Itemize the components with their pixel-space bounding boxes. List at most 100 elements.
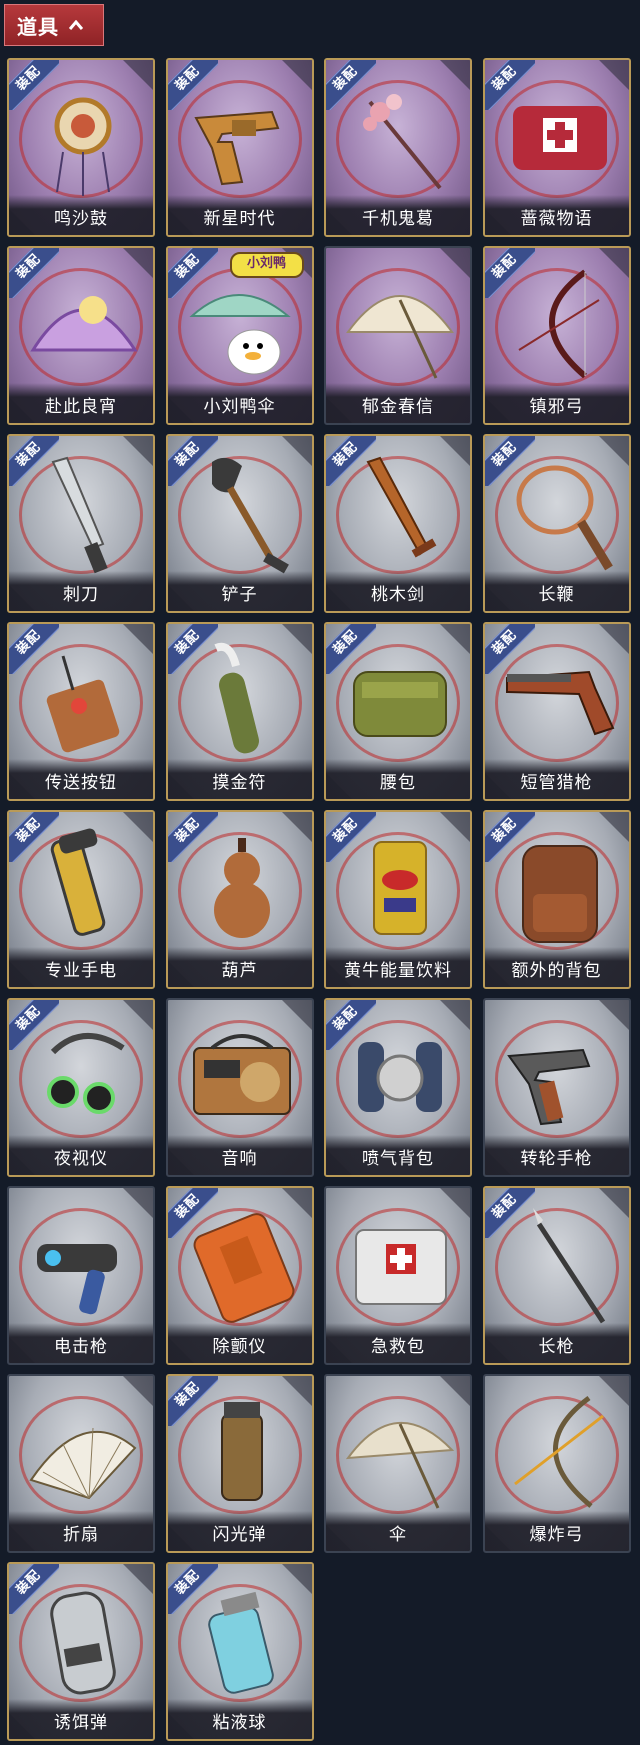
equip-badge-label: 装配 [167, 1188, 218, 1238]
item-card[interactable]: 音响 [165, 998, 314, 1177]
umbrella-icon [346, 295, 454, 379]
item-label: 腰包 [326, 759, 470, 799]
equip-badge: 装配 [9, 624, 59, 674]
item-card[interactable]: 传送按钮 装配 [7, 622, 155, 801]
item-label: 短管猎枪 [484, 759, 629, 799]
item-label: 转轮手枪 [484, 1135, 629, 1175]
equip-badge-label: 装配 [167, 248, 218, 298]
equip-badge-label: 装配 [326, 812, 376, 862]
item-card[interactable]: 蔷薇物语 装配 [482, 58, 631, 237]
radio-speaker-icon [192, 1034, 291, 1115]
item-label: 伞 [326, 1511, 470, 1551]
item-card[interactable]: 长鞭 装配 [482, 434, 631, 613]
item-card[interactable]: 闪光弹 装配 [165, 1374, 314, 1553]
item-label: 长枪 [484, 1323, 629, 1363]
item-label: 急救包 [326, 1323, 470, 1363]
equip-badge-label: 装配 [9, 60, 59, 110]
item-card[interactable]: 葫芦 装配 [165, 810, 314, 989]
item-card[interactable]: 转轮手枪 [482, 998, 631, 1177]
item-card[interactable]: 小刘鸭 小刘鸭伞 装配 [165, 246, 314, 425]
item-label: 夜视仪 [9, 1135, 153, 1175]
item-card[interactable]: 摸金符 装配 [165, 622, 314, 801]
equip-badge-label: 装配 [326, 60, 376, 110]
equip-badge-label: 装配 [326, 1000, 376, 1050]
equip-badge: 装配 [167, 1376, 218, 1426]
equip-badge-label: 装配 [9, 248, 59, 298]
equip-badge: 装配 [326, 436, 376, 486]
item-card[interactable]: 伞 [324, 1374, 472, 1553]
category-title: 道具 [17, 14, 59, 39]
item-card[interactable]: 诱饵弹 装配 [7, 1562, 155, 1741]
equip-badge: 装配 [326, 812, 376, 862]
item-card[interactable]: 鸣沙鼓 装配 [7, 58, 155, 237]
item-card[interactable]: 专业手电 装配 [7, 810, 155, 989]
equip-badge: 装配 [484, 436, 535, 486]
equip-badge: 装配 [167, 1188, 218, 1238]
equip-badge-label: 装配 [484, 436, 535, 486]
item-card[interactable]: 黄牛能量饮料 装配 [324, 810, 472, 989]
item-card[interactable]: 赴此良宵 装配 [7, 246, 155, 425]
item-card[interactable]: 郁金春信 [324, 246, 472, 425]
item-card[interactable]: 电击枪 [7, 1186, 155, 1365]
item-card[interactable]: 折扇 [7, 1374, 155, 1553]
items-category-tab[interactable]: 道具 [4, 4, 104, 46]
chevron-up-icon[interactable] [69, 18, 83, 32]
parasol-icon [345, 1422, 455, 1509]
item-card[interactable]: 喷气背包 装配 [324, 998, 472, 1177]
item-label: 蔷薇物语 [484, 195, 629, 235]
item-label: 新星时代 [167, 195, 312, 235]
item-card[interactable]: 桃木剑 装配 [324, 434, 472, 613]
equip-badge: 装配 [167, 248, 218, 298]
item-card[interactable]: 急救包 [324, 1186, 472, 1365]
item-card[interactable]: 镇邪弓 装配 [482, 246, 631, 425]
item-card[interactable]: 铲子 装配 [165, 434, 314, 613]
equip-badge: 装配 [326, 60, 376, 110]
item-label: 摸金符 [167, 759, 312, 799]
equip-badge-label: 装配 [484, 60, 535, 110]
item-label: 除颤仪 [167, 1323, 312, 1363]
equip-badge-label: 装配 [167, 1564, 218, 1614]
item-label: 传送按钮 [9, 759, 153, 799]
equip-badge-label: 装配 [9, 1564, 59, 1614]
equip-badge-label: 装配 [9, 624, 59, 674]
item-label: 爆炸弓 [484, 1511, 629, 1551]
item-label: 千机鬼葛 [326, 195, 470, 235]
equip-badge-label: 装配 [484, 812, 535, 862]
item-label: 折扇 [9, 1511, 153, 1551]
equip-badge-label: 装配 [484, 248, 535, 298]
equip-badge: 装配 [167, 60, 218, 110]
item-card[interactable]: 额外的背包 装配 [482, 810, 631, 989]
item-card[interactable]: 爆炸弓 [482, 1374, 631, 1553]
equip-badge: 装配 [484, 812, 535, 862]
item-card[interactable]: 刺刀 装配 [7, 434, 155, 613]
revolver-grey-icon [506, 1048, 590, 1126]
equip-badge-label: 装配 [484, 1188, 535, 1238]
item-label: 铲子 [167, 571, 312, 611]
item-label: 专业手电 [9, 947, 153, 987]
equip-badge-label: 装配 [9, 436, 59, 486]
item-label: 粘液球 [167, 1699, 312, 1739]
item-card[interactable]: 长枪 装配 [482, 1186, 631, 1365]
item-label: 葫芦 [167, 947, 312, 987]
item-card[interactable]: 夜视仪 装配 [7, 998, 155, 1177]
equip-badge-label: 装配 [326, 436, 376, 486]
equip-badge: 装配 [326, 1000, 376, 1050]
item-label: 镇邪弓 [484, 383, 629, 423]
equip-badge: 装配 [9, 60, 59, 110]
equip-badge: 装配 [484, 1188, 535, 1238]
equip-badge: 装配 [9, 436, 59, 486]
explosive-bow-icon [513, 1395, 604, 1508]
item-card[interactable]: 短管猎枪 装配 [482, 622, 631, 801]
item-label: 桃木剑 [326, 571, 470, 611]
item-card[interactable]: 除颤仪 装配 [165, 1186, 314, 1365]
equip-badge: 装配 [9, 1000, 59, 1050]
equip-badge-label: 装配 [167, 812, 218, 862]
item-label: 诱饵弹 [9, 1699, 153, 1739]
item-card[interactable]: 腰包 装配 [324, 622, 472, 801]
item-card[interactable]: 新星时代 装配 [165, 58, 314, 237]
equip-badge-label: 装配 [167, 436, 218, 486]
item-card[interactable]: 粘液球 装配 [165, 1562, 314, 1741]
item-card[interactable]: 千机鬼葛 装配 [324, 58, 472, 237]
item-label: 长鞭 [484, 571, 629, 611]
equip-badge: 装配 [484, 60, 535, 110]
